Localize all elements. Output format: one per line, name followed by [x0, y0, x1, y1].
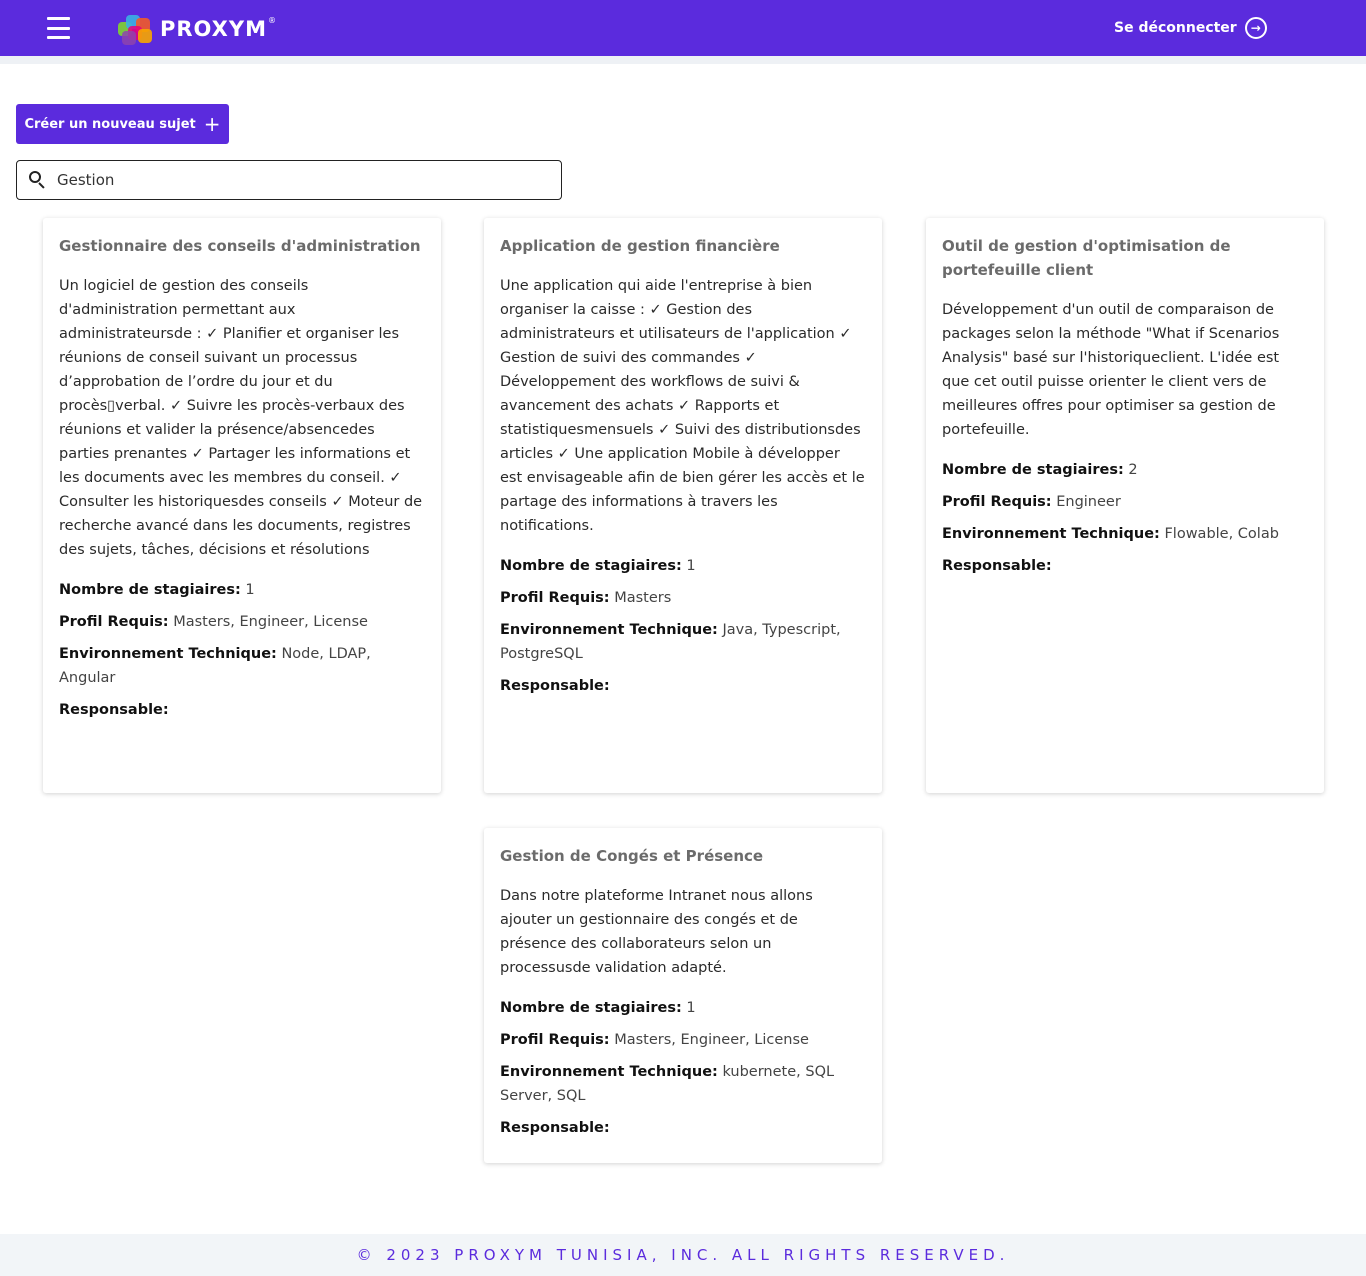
interns-label: Nombre de stagiaires:	[500, 1000, 682, 1016]
interns-label: Nombre de stagiaires:	[500, 558, 682, 574]
card-title: Outil de gestion d'optimisation de porte…	[942, 237, 1231, 279]
profile-field: Profil Requis: Masters, Engineer, Licens…	[500, 1028, 866, 1052]
profile-field: Profil Requis: Masters, Engineer, Licens…	[59, 610, 425, 634]
subject-card[interactable]: Outil de gestion d'optimisation de porte…	[926, 218, 1324, 793]
footer: © 2023 PROXYM TUNISIA, INC. ALL RIGHTS R…	[0, 1234, 1366, 1276]
profile-value: Masters, Engineer, License	[614, 1032, 809, 1048]
tech-field: Environnement Technique: Java, Typescrip…	[500, 618, 866, 666]
card-title: Gestion de Congés et Présence	[500, 847, 764, 865]
card-description: Dans notre plateforme Intranet nous allo…	[500, 888, 813, 976]
logout-button[interactable]: Se déconnecter →	[1114, 16, 1267, 40]
interns-label: Nombre de stagiaires:	[942, 462, 1124, 478]
subject-card[interactable]: Gestion de Congés et Présence Dans notre…	[484, 828, 882, 1163]
card-title: Gestionnaire des conseils d'administrati…	[59, 237, 421, 255]
logout-label: Se déconnecter	[1114, 20, 1237, 36]
subject-card[interactable]: Gestionnaire des conseils d'administrati…	[43, 218, 441, 793]
tech-label: Environnement Technique:	[59, 646, 277, 662]
manager-label: Responsable:	[59, 702, 169, 718]
search-input[interactable]	[57, 171, 537, 189]
search-box[interactable]	[16, 160, 562, 200]
card-title: Application de gestion financière	[500, 237, 780, 255]
logo-mark-icon	[116, 12, 156, 46]
manager-label: Responsable:	[500, 678, 610, 694]
manager-field: Responsable:	[500, 674, 866, 698]
interns-value: 1	[686, 1000, 696, 1016]
proxym-logo[interactable]: PROXYM ®	[116, 12, 276, 46]
profile-value: Engineer	[1056, 494, 1121, 510]
create-subject-button[interactable]: Créer un nouveau sujet +	[16, 104, 229, 144]
profile-value: Masters, Engineer, License	[173, 614, 368, 630]
card-description: Développement d'un outil de comparaison …	[942, 302, 1280, 438]
tech-value: Flowable, Colab	[1164, 526, 1279, 542]
manager-label: Responsable:	[500, 1120, 610, 1136]
menu-icon[interactable]	[47, 17, 70, 39]
tech-label: Environnement Technique:	[500, 622, 718, 638]
tech-field: Environnement Technique: Flowable, Colab	[942, 522, 1308, 546]
profile-value: Masters	[614, 590, 672, 606]
profile-label: Profil Requis:	[59, 614, 169, 630]
logout-arrow-icon: →	[1244, 17, 1267, 39]
tech-label: Environnement Technique:	[500, 1064, 718, 1080]
search-icon	[29, 171, 47, 189]
manager-field: Responsable:	[59, 698, 425, 722]
logo-text: PROXYM	[160, 17, 267, 41]
tech-field: Environnement Technique: kubernete, SQL …	[500, 1060, 866, 1108]
subject-card[interactable]: Application de gestion financière Une ap…	[484, 218, 882, 793]
interns-label: Nombre de stagiaires:	[59, 582, 241, 598]
interns-value: 1	[686, 558, 696, 574]
top-navbar: PROXYM ® Se déconnecter →	[0, 0, 1366, 56]
interns-value: 1	[245, 582, 255, 598]
tech-field: Environnement Technique: Node, LDAP, Ang…	[59, 642, 425, 690]
interns-field: Nombre de stagiaires: 2	[942, 458, 1308, 482]
logo-registered-mark: ®	[267, 15, 276, 25]
card-description: Un logiciel de gestion des conseils d'ad…	[59, 278, 423, 558]
interns-field: Nombre de stagiaires: 1	[59, 578, 425, 602]
interns-field: Nombre de stagiaires: 1	[500, 554, 866, 578]
interns-value: 2	[1128, 462, 1138, 478]
manager-field: Responsable:	[500, 1116, 866, 1140]
manager-field: Responsable:	[942, 554, 1308, 578]
profile-label: Profil Requis:	[500, 590, 610, 606]
profile-label: Profil Requis:	[500, 1032, 610, 1048]
tech-label: Environnement Technique:	[942, 526, 1160, 542]
card-description: Une application qui aide l'entreprise à …	[500, 278, 865, 534]
plus-icon: +	[203, 112, 221, 136]
profile-label: Profil Requis:	[942, 494, 1052, 510]
interns-field: Nombre de stagiaires: 1	[500, 996, 866, 1020]
profile-field: Profil Requis: Masters	[500, 586, 866, 610]
create-subject-label: Créer un nouveau sujet	[24, 116, 196, 132]
profile-field: Profil Requis: Engineer	[942, 490, 1308, 514]
manager-label: Responsable:	[942, 558, 1052, 574]
copyright-text: © 2023 PROXYM TUNISIA, INC. ALL RIGHTS R…	[356, 1246, 1010, 1264]
